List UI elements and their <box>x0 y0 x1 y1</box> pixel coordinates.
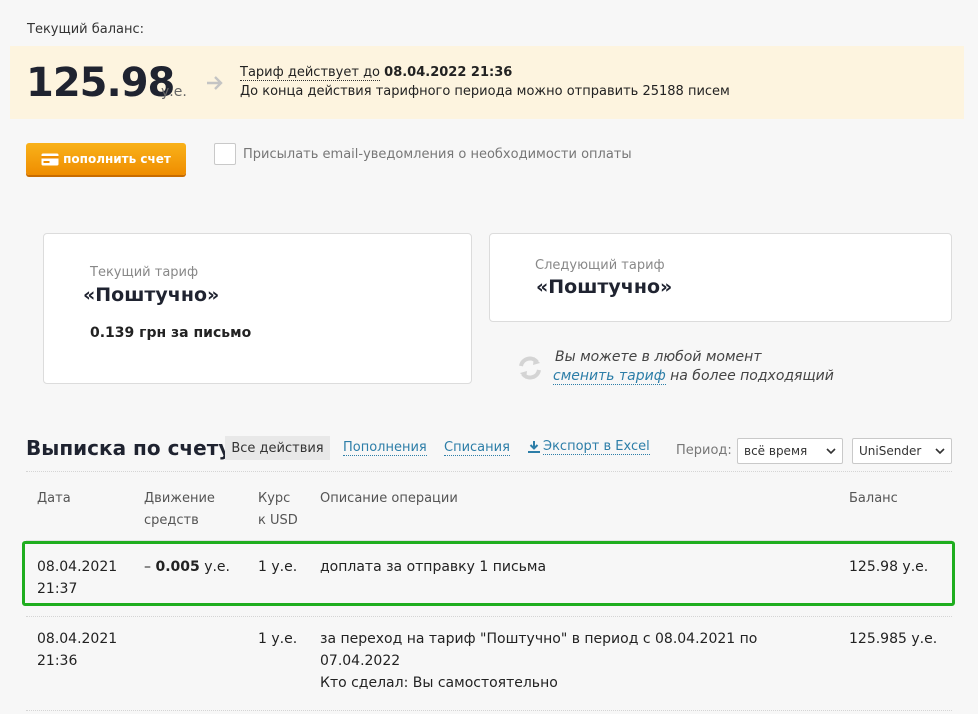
column-rate: Курс к USD <box>258 488 298 532</box>
download-icon <box>528 441 540 453</box>
column-movement-line1: Движение <box>144 491 215 506</box>
tariff-remaining-text: До конца действия тарифного периода можн… <box>240 84 730 99</box>
change-tariff-hint: Вы можете в любой момент <box>555 349 762 365</box>
tariff-valid-date: 08.04.2022 21:36 <box>384 65 513 80</box>
row2-date-time: 21:36 <box>37 653 78 669</box>
row2-description-line1: за переход на тариф "Поштучно" в период … <box>320 631 758 647</box>
row-divider <box>26 616 952 617</box>
row-divider <box>26 710 952 711</box>
current-tariff-name: «Поштучно» <box>83 284 220 306</box>
tab-debits[interactable]: Списания <box>444 440 510 456</box>
tariff-valid-until: Тариф действует до 08.04.2022 21:36 <box>240 65 513 81</box>
tariff-valid-prefix: Тариф действует до <box>240 65 381 81</box>
export-excel-link[interactable]: Экспорт в Excel <box>528 439 650 455</box>
chevron-down-icon <box>826 447 836 454</box>
balance-label: Текущий баланс: <box>27 22 145 37</box>
table-top-divider <box>26 471 952 472</box>
row2-description-line2: 07.04.2022 <box>320 653 401 669</box>
column-rate-line1: Курс <box>258 491 291 506</box>
row2-date: 08.04.2021 21:36 <box>37 628 117 672</box>
period-label: Период: <box>676 443 732 458</box>
arrow-right-icon <box>207 76 223 90</box>
change-tariff-link[interactable]: сменить тариф <box>553 368 666 385</box>
tab-topups[interactable]: Пополнения <box>343 440 427 456</box>
column-date: Дата <box>37 491 71 506</box>
credit-card-icon <box>41 153 59 165</box>
change-tariff-hint-rest: на более подходящий <box>670 368 834 384</box>
column-balance: Баланс <box>849 491 898 506</box>
topup-account-button[interactable]: пополнить счет <box>26 143 186 175</box>
column-description: Описание операции <box>320 491 458 506</box>
column-movement: Движение средств <box>144 488 215 532</box>
payment-notify-label[interactable]: Присылать email-уведомления о необходимо… <box>243 147 632 162</box>
column-rate-line2: к USD <box>258 513 298 528</box>
refresh-icon <box>519 356 541 380</box>
row2-date-day: 08.04.2021 <box>37 631 118 647</box>
row2-balance: 125.985 у.е. <box>849 631 938 647</box>
balance-amount: 125.98 <box>26 60 175 106</box>
row2-rate: 1 у.е. <box>258 631 298 647</box>
account-select[interactable]: UniSender <box>852 438 952 464</box>
current-tariff-card <box>43 233 472 384</box>
chevron-down-icon <box>935 447 945 454</box>
account-select-value: UniSender <box>859 444 922 458</box>
period-select[interactable]: всё время <box>737 438 843 464</box>
balance-unit: у.е. <box>161 84 187 100</box>
next-tariff-name: «Поштучно» <box>536 276 673 298</box>
highlight-frame <box>22 541 955 606</box>
current-tariff-label: Текущий тариф <box>90 265 199 280</box>
tab-all-actions[interactable]: Все действия <box>225 436 330 460</box>
column-movement-line2: средств <box>144 513 199 528</box>
statement-title: Выписка по счету <box>26 436 232 460</box>
next-tariff-label: Следующий тариф <box>535 258 665 273</box>
change-tariff-hint-line2: сменить тариф на более подходящий <box>553 368 834 385</box>
row2-description-line3: Кто сделал: Вы самостоятельно <box>320 675 558 691</box>
row2-description: за переход на тариф "Поштучно" в период … <box>320 628 757 694</box>
export-excel-label: Экспорт в Excel <box>543 439 650 455</box>
current-tariff-price: 0.139 грн за письмо <box>90 325 252 341</box>
payment-notify-checkbox[interactable] <box>214 143 236 165</box>
period-select-value: всё время <box>744 444 808 458</box>
topup-account-label: пополнить счет <box>63 152 171 166</box>
